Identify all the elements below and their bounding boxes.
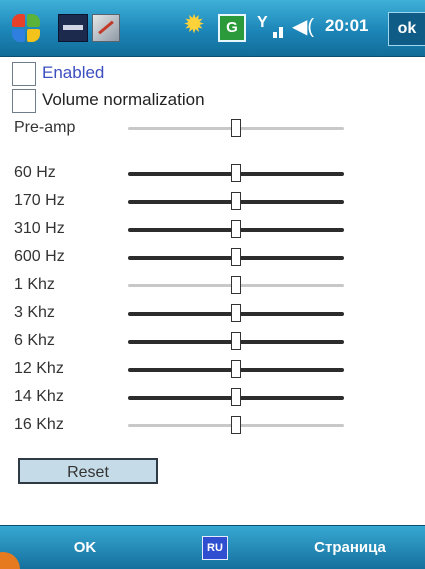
- band-label: 310 Hz: [14, 220, 65, 237]
- band-label: 14 Khz: [14, 388, 64, 405]
- enabled-checkbox[interactable]: [12, 62, 36, 86]
- band-row: 60 Hz: [0, 162, 425, 186]
- input-language-indicator[interactable]: RU: [202, 536, 228, 560]
- volume-normalization-checkbox[interactable]: [12, 89, 36, 113]
- band-label: 170 Hz: [14, 192, 65, 209]
- band-label: 6 Khz: [14, 332, 55, 349]
- preamp-row: Pre-amp: [0, 117, 425, 141]
- band-row: 310 Hz: [0, 218, 425, 242]
- notes-icon[interactable]: [92, 14, 120, 42]
- band-slider-thumb[interactable]: [231, 416, 241, 434]
- enabled-label: Enabled: [42, 63, 105, 82]
- notification-sun-icon[interactable]: ✹: [180, 10, 208, 38]
- band-label: 12 Khz: [14, 360, 64, 377]
- band-label: 600 Hz: [14, 248, 65, 265]
- status-bar: ✹ G Y ◀( 20:01 ok: [0, 0, 425, 57]
- band-slider-thumb[interactable]: [231, 388, 241, 406]
- volume-normalization-label: Volume normalization: [42, 90, 205, 109]
- softkey-bar: OK RU Страница: [0, 525, 425, 569]
- signal-antenna-glyph: Y: [257, 14, 268, 31]
- band-label: 3 Khz: [14, 304, 55, 321]
- band-label: 16 Khz: [14, 416, 64, 433]
- band-slider-thumb[interactable]: [231, 360, 241, 378]
- app-icon[interactable]: [58, 14, 88, 42]
- band-row: 1 Khz: [0, 274, 425, 298]
- reset-button[interactable]: Reset: [18, 458, 158, 484]
- band-slider-thumb[interactable]: [231, 192, 241, 210]
- screen: ✹ G Y ◀( 20:01 ok Enabled Volume normali…: [0, 0, 425, 569]
- softkey-page[interactable]: Страница: [280, 526, 420, 569]
- band-row: 12 Khz: [0, 358, 425, 382]
- band-slider-thumb[interactable]: [231, 276, 241, 294]
- g-network-icon[interactable]: G: [218, 14, 246, 42]
- band-row: 16 Khz: [0, 414, 425, 438]
- band-slider-thumb[interactable]: [231, 304, 241, 322]
- softkey-ok[interactable]: OK: [0, 526, 170, 569]
- windows-start-icon[interactable]: [12, 14, 42, 44]
- signal-icon[interactable]: Y: [255, 12, 287, 42]
- band-slider-thumb[interactable]: [231, 332, 241, 350]
- band-slider-thumb[interactable]: [231, 248, 241, 266]
- band-row: 600 Hz: [0, 246, 425, 270]
- clock[interactable]: 20:01: [325, 16, 368, 36]
- band-row: 3 Khz: [0, 302, 425, 326]
- preamp-slider-thumb[interactable]: [231, 119, 241, 137]
- preamp-label: Pre-amp: [14, 119, 76, 136]
- band-row: 170 Hz: [0, 190, 425, 214]
- volume-icon[interactable]: ◀(: [292, 12, 322, 42]
- band-row: 14 Khz: [0, 386, 425, 410]
- band-label: 60 Hz: [14, 164, 56, 181]
- band-row: 6 Khz: [0, 330, 425, 354]
- band-label: 1 Khz: [14, 276, 55, 293]
- band-slider-thumb[interactable]: [231, 164, 241, 182]
- band-slider-thumb[interactable]: [231, 220, 241, 238]
- ok-button[interactable]: ok: [388, 12, 425, 46]
